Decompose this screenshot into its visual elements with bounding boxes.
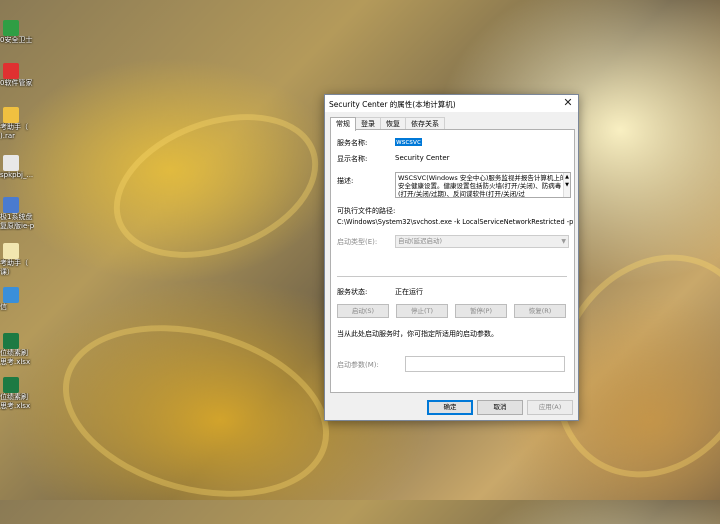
description-box[interactable]: WSCSVC(Windows 安全中心)服务监视并报告计算机上的安全健康设置。健…	[395, 172, 571, 198]
desktop-icon-label: 位绩素刷	[0, 349, 28, 357]
excel-icon	[3, 333, 19, 349]
tab-strip: 常规 登录 恢复 依存关系	[330, 117, 445, 131]
excel-icon	[3, 377, 19, 393]
service-properties-dialog: Security Center 的属性(本地计算机) ✕ 常规 登录 恢复 依存…	[324, 94, 579, 421]
desktop-icon[interactable]: 0安全卫士	[0, 20, 34, 45]
desktop-icon[interactable]: 信	[0, 287, 34, 312]
desktop-icon[interactable]: 极1系统盘 复原版ie-p	[0, 197, 34, 231]
display-name-value[interactable]: Security Center	[395, 154, 450, 162]
service-name-label: 服务名称:	[337, 139, 368, 147]
desktop-icon-label: 思考.xlsx	[0, 402, 31, 410]
desktop-icon-label: 0安全卫士	[0, 36, 33, 44]
general-panel: 服务名称: wscsvc 显示名称: Security Center 描述: W…	[330, 129, 575, 393]
close-icon[interactable]: ✕	[562, 97, 574, 109]
desktop-icon[interactable]: 位绩素刷 思考.xlsx	[0, 377, 34, 411]
desktop-icon-label: 课）	[0, 268, 14, 276]
description-label: 描述:	[337, 177, 354, 185]
service-status-value: 正在运行	[395, 288, 423, 296]
dialog-body: 常规 登录 恢复 依存关系 服务名称: wscsvc 显示名称: Securit…	[325, 112, 578, 420]
desktop-icon-label: spkpbj_...	[0, 171, 34, 179]
title-bar[interactable]: Security Center 的属性(本地计算机) ✕	[325, 95, 578, 112]
file-icon	[3, 155, 19, 171]
display-name-label: 显示名称:	[337, 155, 368, 163]
desktop-icon-label: 极1系统盘	[0, 213, 33, 221]
description-text: WSCSVC(Windows 安全中心)服务监视并报告计算机上的安全健康设置。健…	[398, 174, 567, 198]
desktop-icon[interactable]: spkpbj_...	[0, 155, 34, 180]
wallpaper-swirl	[43, 297, 349, 524]
tab-general[interactable]: 常规	[330, 117, 356, 131]
startup-type-value: 自动(延迟启动)	[398, 237, 443, 245]
desktop-icon[interactable]: 0软件管家	[0, 63, 34, 88]
start-button[interactable]: 启动(S)	[337, 304, 389, 318]
service-status-label: 服务状态:	[337, 288, 368, 296]
dialog-title: Security Center 的属性(本地计算机)	[329, 100, 456, 109]
desktop-icon-label: 位绩素刷	[0, 393, 28, 401]
stop-button[interactable]: 停止(T)	[396, 304, 448, 318]
desktop-icon[interactable]: 考助手（).rar	[0, 107, 34, 141]
startup-type-select[interactable]: 自动(延迟启动) ▼	[395, 235, 569, 248]
exe-path-label: 可执行文件的路径:	[337, 207, 396, 215]
start-params-label: 启动参数(M):	[337, 361, 379, 369]
folder-icon	[3, 107, 19, 123]
divider	[337, 276, 567, 277]
start-params-hint: 当从此处启动服务时，你可指定所适用的启动参数。	[337, 330, 498, 338]
desktop-icon-label: ).rar	[0, 132, 16, 140]
software-manager-icon	[3, 63, 19, 79]
resume-button[interactable]: 恢复(R)	[514, 304, 566, 318]
chevron-down-icon: ▼	[561, 238, 566, 245]
cancel-button[interactable]: 取消	[477, 400, 523, 415]
desktop-icon-label: 考助手（	[0, 123, 28, 131]
security-guard-icon	[3, 20, 19, 36]
service-name-text: wscsvc	[395, 138, 422, 146]
ok-button[interactable]: 确定	[427, 400, 473, 415]
file-icon	[3, 243, 19, 259]
system-icon	[3, 197, 19, 213]
app-icon	[3, 287, 19, 303]
apply-button[interactable]: 应用(A)	[527, 400, 573, 415]
desktop-icon-label: 复原版ie-p	[0, 222, 34, 230]
desktop-icon-label: 考助手（	[0, 259, 28, 267]
description-scrollbar[interactable]: ▲ ▼	[563, 173, 570, 197]
desktop-icon[interactable]: 位绩素刷 思考.xlsx	[0, 333, 34, 367]
startup-type-label: 启动类型(E):	[337, 238, 378, 246]
start-params-input[interactable]	[405, 356, 565, 372]
desktop-icon[interactable]: 考助手（ 课）	[0, 243, 34, 277]
desktop-icon-label: 信	[0, 303, 7, 311]
desktop-icon-label: 0软件管家	[0, 79, 33, 87]
exe-path-value[interactable]: C:\Windows\System32\svchost.exe -k Local…	[337, 218, 573, 226]
desktop-icon-label: 思考.xlsx	[0, 358, 31, 366]
service-name-value[interactable]: wscsvc	[395, 138, 422, 146]
pause-button[interactable]: 暂停(P)	[455, 304, 507, 318]
wallpaper-swirl	[93, 87, 339, 285]
